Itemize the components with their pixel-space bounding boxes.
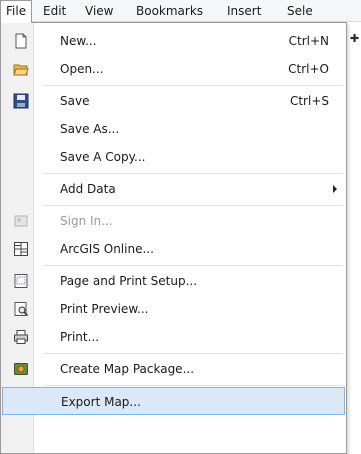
menu-item-export-map[interactable]: Export Map... xyxy=(2,387,345,415)
menu-item-label: Open... xyxy=(60,62,104,76)
menu-file[interactable]: File xyxy=(0,0,33,23)
menu-insert[interactable]: Insert xyxy=(222,0,266,22)
menu-bar: File Edit View Bookmarks Insert Sele xyxy=(0,0,361,23)
menu-separator xyxy=(43,173,343,174)
menu-item-label: Create Map Package... xyxy=(60,362,195,376)
sign-in-icon xyxy=(13,213,29,229)
menu-item-label: Page and Print Setup... xyxy=(60,274,198,288)
menu-item-save-as[interactable]: Save As... xyxy=(2,115,345,143)
menu-item-shortcut: Ctrl+O xyxy=(288,62,329,76)
menu-view[interactable]: View xyxy=(80,0,118,22)
menu-item-label: ArcGIS Online... xyxy=(60,242,154,256)
menu-item-save-a-copy[interactable]: Save A Copy... xyxy=(2,143,345,171)
page-setup-icon xyxy=(13,273,29,289)
new-document-icon xyxy=(13,33,29,49)
menu-item-print-preview[interactable]: Print Preview... xyxy=(2,295,345,323)
menu-item-label: New... xyxy=(60,34,97,48)
toolbar-plus-icon[interactable]: ✚ xyxy=(350,33,359,44)
menu-item-label: Print... xyxy=(60,330,100,344)
menu-item-create-map-package[interactable]: Create Map Package... xyxy=(2,355,345,383)
menu-edit[interactable]: Edit xyxy=(38,0,71,22)
menu-item-label: Save A Copy... xyxy=(60,150,146,164)
menu-bookmarks[interactable]: Bookmarks xyxy=(131,0,208,22)
submenu-arrow-icon xyxy=(333,185,337,193)
menu-item-sign-in: Sign In... xyxy=(2,207,345,235)
menu-separator xyxy=(43,265,343,266)
menu-separator xyxy=(43,205,343,206)
menu-item-add-data[interactable]: Add Data xyxy=(2,175,345,203)
menu-separator xyxy=(43,85,343,86)
menu-item-label: Sign In... xyxy=(60,214,113,228)
menu-item-shortcut: Ctrl+N xyxy=(288,34,329,48)
menu-item-label: Save As... xyxy=(60,122,120,136)
menu-selection[interactable]: Sele xyxy=(282,0,318,22)
menu-item-new[interactable]: New... Ctrl+N xyxy=(2,27,345,55)
menu-item-open[interactable]: Open... Ctrl+O xyxy=(2,55,345,83)
menu-item-save[interactable]: Save Ctrl+S xyxy=(2,87,345,115)
print-preview-icon xyxy=(13,301,29,317)
menu-item-label: Add Data xyxy=(60,182,116,196)
menu-item-print[interactable]: Print... xyxy=(2,323,345,351)
menu-item-label: Export Map... xyxy=(61,395,141,409)
menu-separator xyxy=(43,385,343,386)
menu-item-label: Save xyxy=(60,94,90,108)
grid-icon xyxy=(13,241,29,257)
printer-icon xyxy=(13,329,29,345)
menu-item-arcgis-online[interactable]: ArcGIS Online... xyxy=(2,235,345,263)
map-package-icon xyxy=(13,361,29,377)
save-disk-icon xyxy=(13,93,29,109)
application-background: ✚ xyxy=(346,22,361,454)
open-folder-icon xyxy=(13,61,29,77)
menu-item-shortcut: Ctrl+S xyxy=(289,94,329,108)
file-menu-dropdown: New... Ctrl+N Open... Ctrl+O Save Ctrl+S… xyxy=(0,22,347,454)
menu-item-label: Print Preview... xyxy=(60,302,149,316)
menu-item-page-print-setup[interactable]: Page and Print Setup... xyxy=(2,267,345,295)
menu-separator xyxy=(43,353,343,354)
